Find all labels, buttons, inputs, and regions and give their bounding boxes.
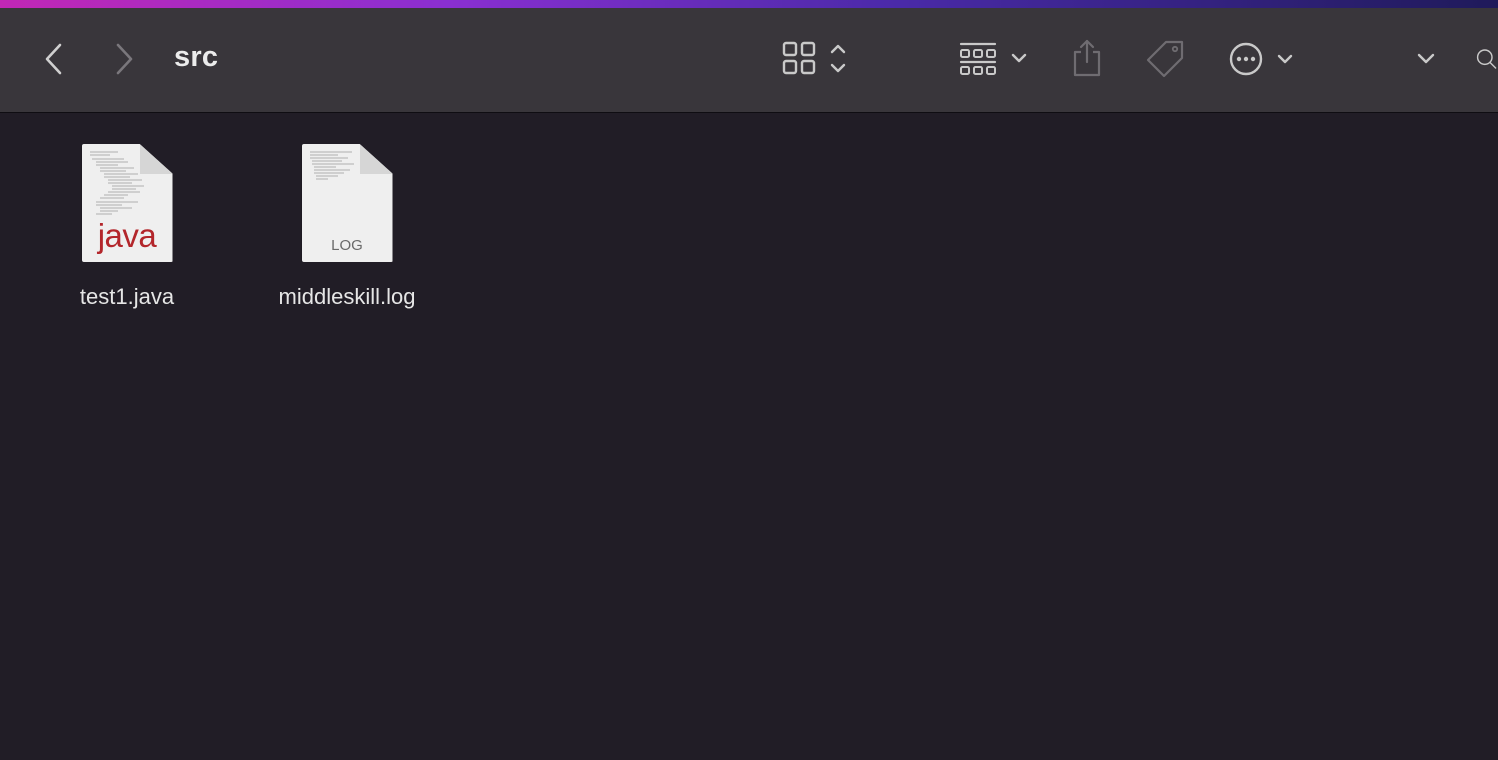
more-actions-button[interactable] bbox=[1228, 41, 1300, 77]
file-item-log[interactable]: LOG middleskill.log bbox=[257, 144, 437, 310]
file-type-badge: java bbox=[97, 217, 157, 254]
back-button[interactable] bbox=[38, 40, 70, 78]
tag-icon bbox=[1146, 40, 1184, 78]
window-title: src bbox=[174, 41, 219, 73]
forward-button[interactable] bbox=[108, 40, 140, 78]
group-grid-icon bbox=[959, 42, 1027, 75]
group-button[interactable] bbox=[958, 41, 1034, 77]
ellipsis-circle-icon bbox=[1229, 42, 1293, 76]
java-file-icon: java bbox=[81, 144, 173, 262]
toolbar-overflow-button[interactable] bbox=[1412, 46, 1440, 72]
search-button[interactable] bbox=[1474, 42, 1498, 76]
log-file-icon: LOG bbox=[301, 144, 393, 262]
search-icon bbox=[1476, 49, 1497, 69]
file-type-badge: LOG bbox=[331, 237, 363, 254]
file-name-label: middleskill.log bbox=[278, 284, 416, 309]
chevron-left-icon bbox=[45, 43, 62, 75]
icon-grid-view-icon bbox=[782, 41, 846, 75]
share-button[interactable] bbox=[1070, 38, 1104, 78]
chevron-down-icon bbox=[1417, 53, 1435, 64]
share-icon bbox=[1073, 39, 1101, 77]
finder-toolbar: src bbox=[0, 8, 1498, 113]
chevron-right-icon bbox=[116, 43, 133, 75]
file-name-label: test1.java bbox=[79, 284, 175, 309]
view-mode-button[interactable] bbox=[782, 41, 852, 77]
file-browser-area: java test1.java LOG middleskill.log bbox=[0, 113, 1498, 760]
desktop-wallpaper-strip bbox=[0, 0, 1498, 8]
tags-button[interactable] bbox=[1144, 40, 1186, 78]
file-item-java[interactable]: java test1.java bbox=[37, 144, 217, 310]
